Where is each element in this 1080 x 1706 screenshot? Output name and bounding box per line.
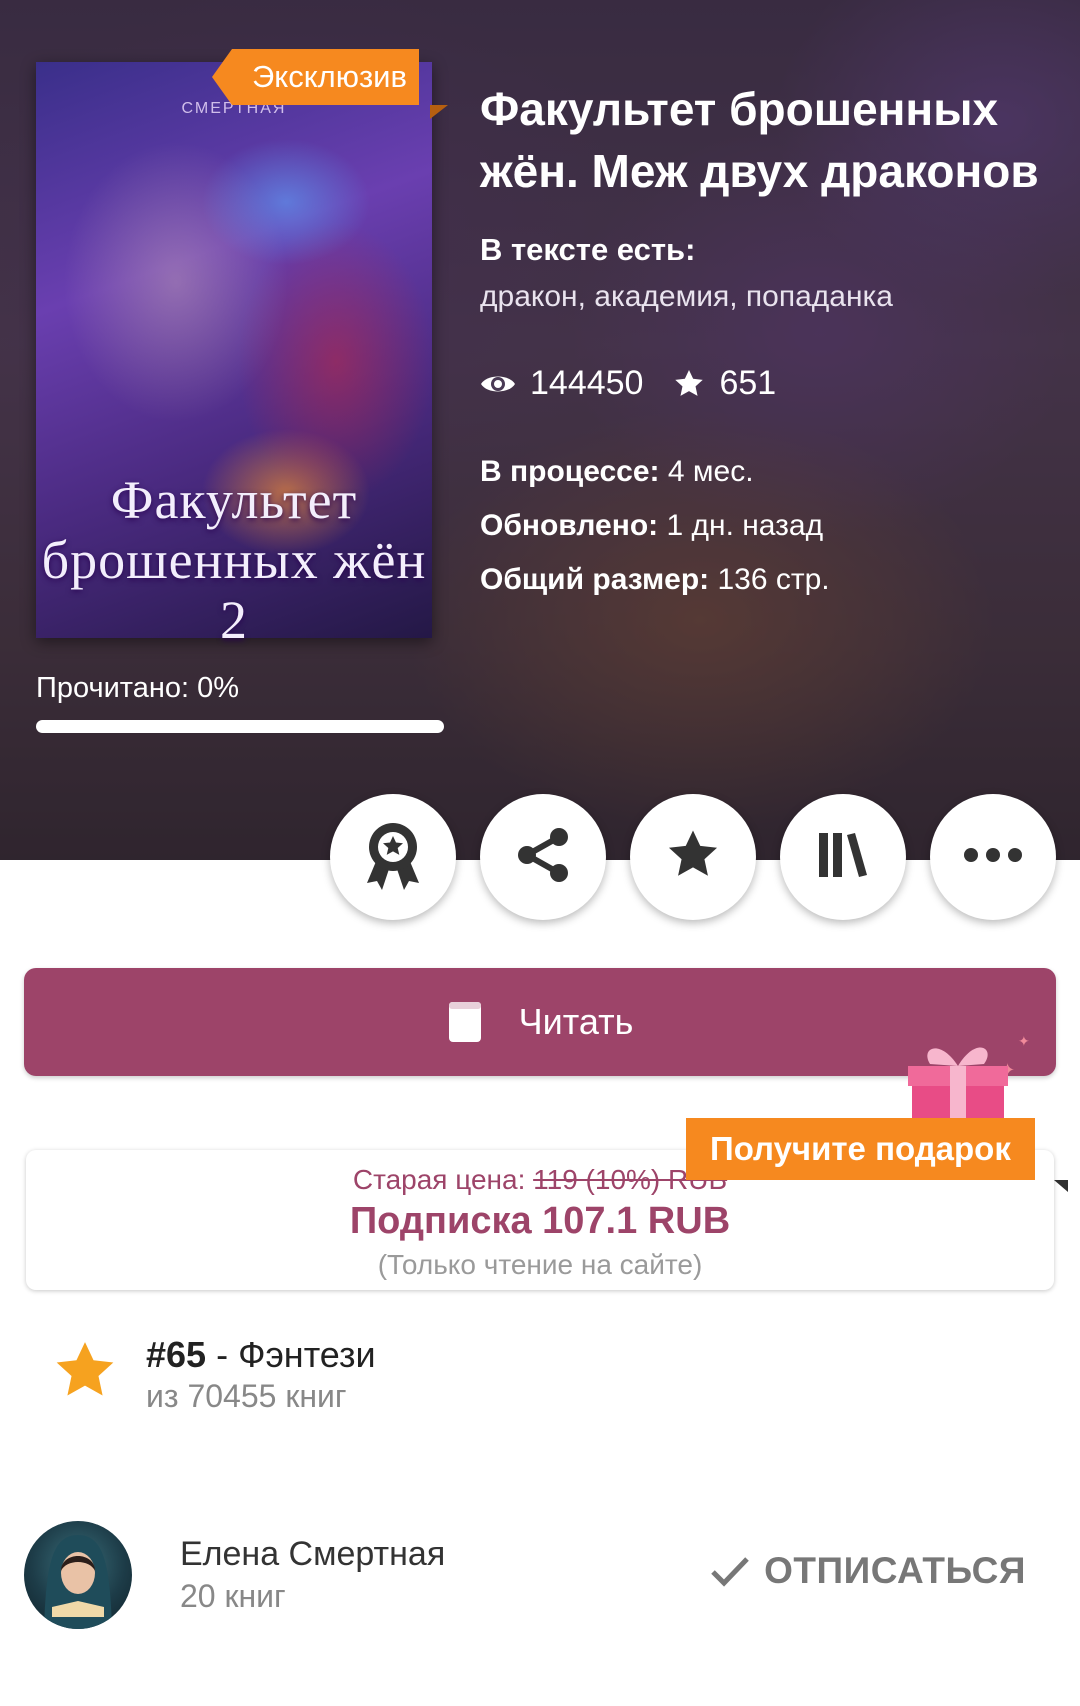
tags-label: В тексте есть:	[480, 232, 696, 267]
eye-icon	[480, 372, 516, 396]
book-title: Факультет брошенных жён. Меж двух дракон…	[480, 83, 1039, 197]
rating-star-icon	[52, 1338, 118, 1409]
library-button[interactable]	[780, 794, 906, 920]
updated-value: 1 дн. назад	[658, 509, 824, 542]
svg-text:✦: ✦	[1018, 1033, 1030, 1049]
rating-text: #65 - Фэнтези из 70455 книг	[146, 1334, 376, 1415]
star-icon	[673, 368, 705, 400]
award-icon	[361, 819, 425, 896]
old-price-label: Старая цена:	[352, 1164, 534, 1195]
status-value: 4 мес.	[659, 455, 754, 488]
genre-rating[interactable]: #65 - Фэнтези из 70455 книг	[52, 1334, 376, 1415]
tags-list[interactable]: дракон, академия, попаданка	[480, 280, 1070, 314]
book-meta: В процессе: 4 мес. Обновлено: 1 дн. наза…	[480, 445, 1070, 607]
status-line: В процессе: 4 мес.	[480, 445, 1070, 499]
share-button[interactable]	[480, 794, 606, 920]
status-label: В процессе:	[480, 455, 660, 488]
updated-line: Обновлено: 1 дн. назад	[480, 499, 1070, 553]
size-label: Общий размер:	[480, 563, 710, 596]
read-progress-bar	[36, 720, 444, 733]
author-name: Елена Смертная	[180, 1535, 446, 1573]
author-row: Елена Смертная 20 книг ОТПИСАТЬСЯ	[24, 1520, 1056, 1630]
rank-total: из 70455 книг	[146, 1378, 347, 1414]
views-count: 144450	[530, 364, 644, 402]
book-cover[interactable]: СМЕРТНАЯ Факультет брошенных жён 2	[36, 62, 432, 650]
cover-title-text: Факультет брошенных жён 2	[41, 470, 427, 650]
library-icon	[815, 827, 871, 888]
rank-genre: - Фэнтези	[206, 1334, 376, 1375]
book-icon	[447, 1000, 483, 1044]
book-info: Факультет брошенных жён. Меж двух дракон…	[480, 78, 1070, 607]
updated-label: Обновлено:	[480, 509, 659, 542]
stars-count: 651	[719, 364, 777, 402]
star-icon	[665, 827, 721, 888]
unsubscribe-label: ОТПИСАТЬСЯ	[764, 1550, 1026, 1591]
checkmark-icon	[710, 1555, 750, 1587]
author-books-count: 20 книг	[180, 1578, 286, 1614]
author-avatar[interactable]	[24, 1521, 132, 1629]
size-value: 136 стр.	[709, 563, 830, 596]
rank-line: #65 - Фэнтези	[146, 1334, 376, 1376]
unsubscribe-button[interactable]: ОТПИСАТЬСЯ	[710, 1550, 1026, 1592]
subscription-price: Подписка 107.1 RUB	[349, 1200, 731, 1242]
book-stats: 144450 651	[480, 364, 1070, 403]
exclusive-badge: Эксклюзив	[212, 49, 419, 105]
price-note: (Только чтение на сайте)	[377, 1249, 703, 1280]
favorite-button[interactable]	[630, 794, 756, 920]
size-line: Общий размер: 136 стр.	[480, 553, 1070, 607]
gift-button[interactable]: Получите подарок	[686, 1118, 1035, 1180]
gift-label-fold	[1054, 1180, 1068, 1192]
rank-number: #65	[146, 1334, 207, 1375]
read-button-label: Читать	[518, 1001, 634, 1042]
share-icon	[513, 825, 573, 890]
author-info[interactable]: Елена Смертная 20 книг	[180, 1535, 445, 1615]
award-button[interactable]	[330, 794, 456, 920]
read-progress-label: Прочитано: 0%	[36, 672, 240, 704]
more-button[interactable]	[930, 794, 1056, 920]
more-icon	[961, 845, 1025, 870]
exclusive-badge-fold	[430, 105, 448, 119]
action-buttons	[330, 794, 1056, 920]
